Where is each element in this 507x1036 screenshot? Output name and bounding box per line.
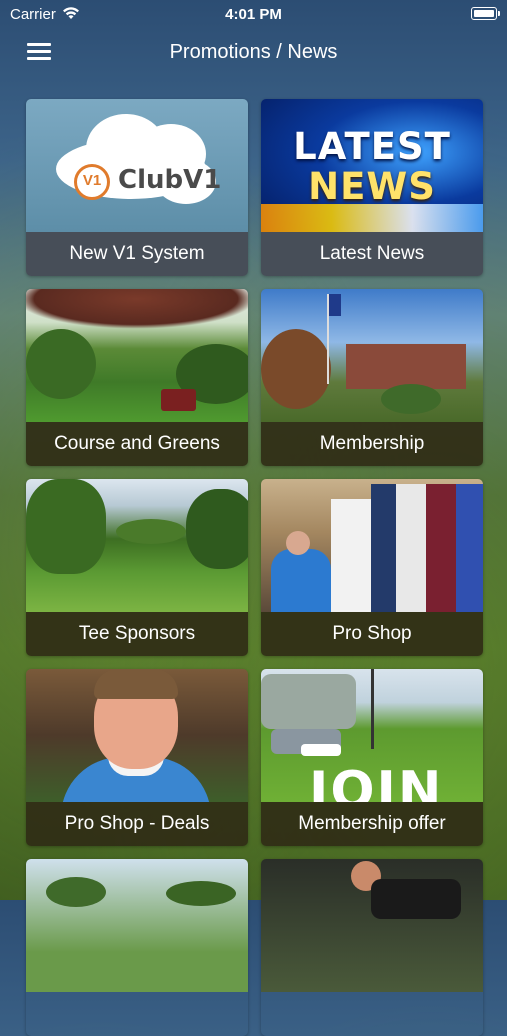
battery-icon: [471, 7, 500, 20]
golf-pro-portrait: [26, 669, 248, 802]
tile-label: Tee Sponsors: [26, 612, 248, 656]
tile-partial-left[interactable]: [26, 859, 248, 1036]
tile-pro-shop[interactable]: Pro Shop: [261, 479, 483, 656]
clubv1-logo-image: ClubV1: [26, 99, 248, 232]
tile-label: Course and Greens: [26, 422, 248, 466]
tile-latest-news[interactable]: LATEST NEWS Latest News: [261, 99, 483, 276]
clubhouse-photo: [261, 289, 483, 422]
join-banner-text: JOIN: [309, 761, 444, 802]
golfer-photo: [261, 859, 483, 992]
tile-label: Pro Shop: [261, 612, 483, 656]
tile-membership[interactable]: Membership: [261, 289, 483, 466]
fairway-photo: [26, 479, 248, 612]
golfer-putting-photo: JOIN: [261, 669, 483, 802]
tile-label: New V1 System: [26, 232, 248, 276]
status-bar: Carrier 4:01 PM: [0, 0, 507, 30]
tile-label: Pro Shop - Deals: [26, 802, 248, 846]
course-landscape-photo: [26, 859, 248, 992]
tile-tee-sponsors[interactable]: Tee Sponsors: [26, 479, 248, 656]
tile-label: Latest News: [261, 232, 483, 276]
tile-label: Membership offer: [261, 802, 483, 846]
latest-news-image: LATEST NEWS: [261, 99, 483, 232]
news-headline-bottom: NEWS: [308, 165, 436, 208]
tile-membership-offer[interactable]: JOIN Membership offer: [261, 669, 483, 846]
pro-shop-photo: [261, 479, 483, 612]
course-photo: [26, 289, 248, 422]
clubv1-logo-text: ClubV1: [118, 165, 222, 195]
news-headline-top: LATEST: [293, 125, 451, 168]
v1-logo-icon: [74, 164, 110, 200]
tile-course-and-greens[interactable]: Course and Greens: [26, 289, 248, 466]
tile-pro-shop-deals[interactable]: Pro Shop - Deals: [26, 669, 248, 846]
page-title: Promotions / News: [169, 41, 338, 63]
clock: 4:01 PM: [225, 6, 282, 23]
tile-new-v1-system[interactable]: ClubV1 New V1 System: [26, 99, 248, 276]
navigation-bar: Promotions / News: [0, 30, 507, 74]
tile-label: Membership: [261, 422, 483, 466]
tile-partial-right[interactable]: [261, 859, 483, 1036]
